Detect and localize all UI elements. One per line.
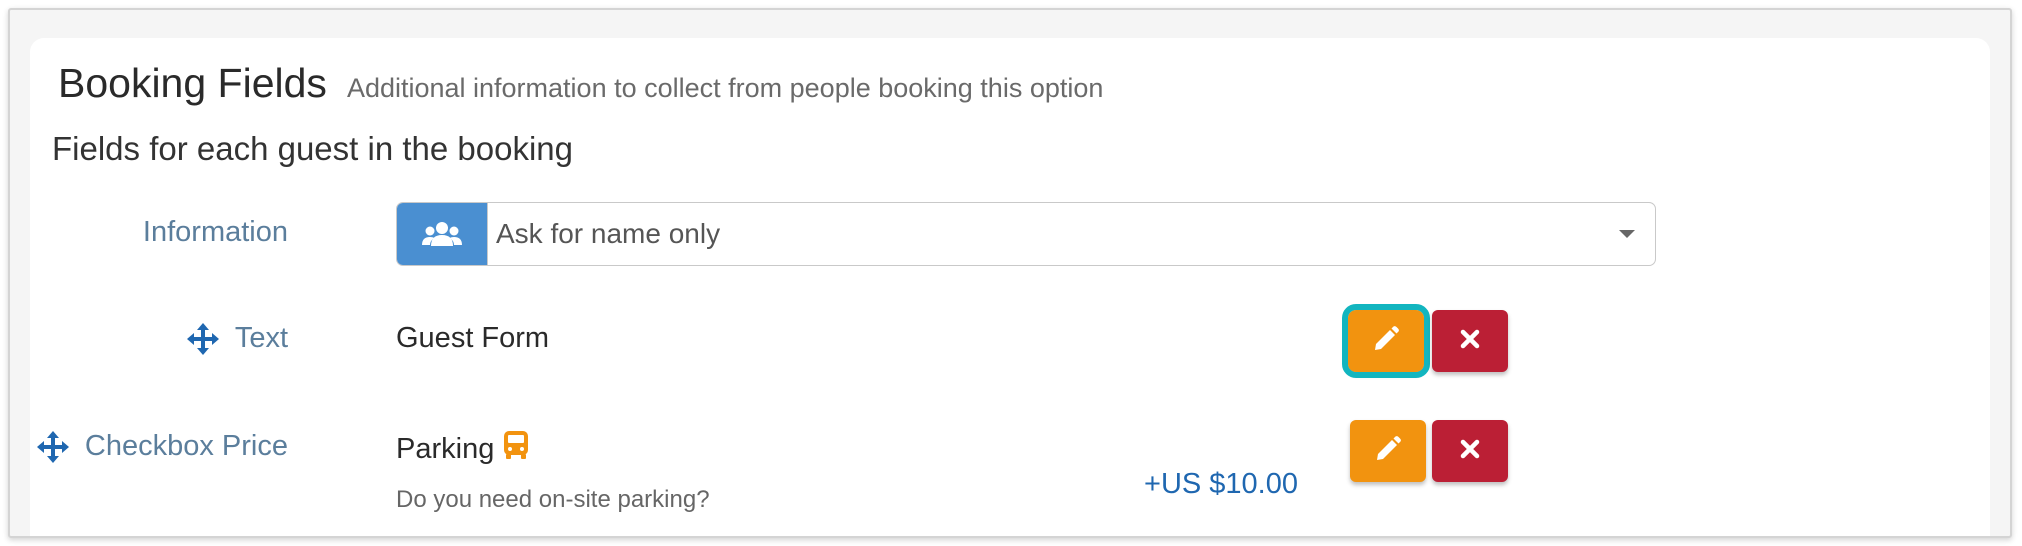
move-icon[interactable] xyxy=(36,430,69,463)
information-select-value: Ask for name only xyxy=(487,203,1599,265)
pencil-icon xyxy=(1374,435,1402,468)
move-icon[interactable] xyxy=(186,322,219,355)
close-icon xyxy=(1459,328,1481,355)
bus-icon xyxy=(502,430,530,468)
edit-field-button[interactable] xyxy=(1342,304,1430,378)
field-type-label: Text xyxy=(234,322,288,354)
booking-fields-card: Booking Fields Additional information to… xyxy=(30,38,1990,536)
information-label: Information xyxy=(143,216,288,249)
field-name-text: Parking xyxy=(396,432,495,465)
section-header: Booking Fields Additional information to… xyxy=(58,60,1103,107)
delete-field-button[interactable] xyxy=(1432,310,1508,372)
field-name: Parking xyxy=(396,430,530,468)
field-name-text: Guest Form xyxy=(396,322,550,354)
edit-field-button[interactable] xyxy=(1350,420,1426,482)
field-help-text: Do you need on-site parking? xyxy=(396,486,710,513)
chevron-down-icon xyxy=(1599,203,1655,265)
section-subtitle: Additional information to collect from p… xyxy=(346,73,1104,103)
information-label-text: Information xyxy=(142,216,288,248)
field-name: Guest Form xyxy=(396,322,549,355)
field-price: +US $10.00 xyxy=(1144,468,1298,500)
information-select[interactable]: Ask for name only xyxy=(396,202,1656,266)
field-type-label: Checkbox Price xyxy=(84,430,288,462)
pencil-icon xyxy=(1372,325,1400,358)
field-row-checkbox-price-label: Checkbox Price xyxy=(36,430,288,463)
users-icon xyxy=(397,203,487,265)
close-icon xyxy=(1459,438,1481,465)
app-frame: Booking Fields Additional information to… xyxy=(8,8,2012,538)
delete-field-button[interactable] xyxy=(1432,420,1508,482)
section-title: Booking Fields xyxy=(58,60,327,106)
field-row-text-label: Text xyxy=(186,322,288,355)
group-title: Fields for each guest in the booking xyxy=(52,130,573,167)
